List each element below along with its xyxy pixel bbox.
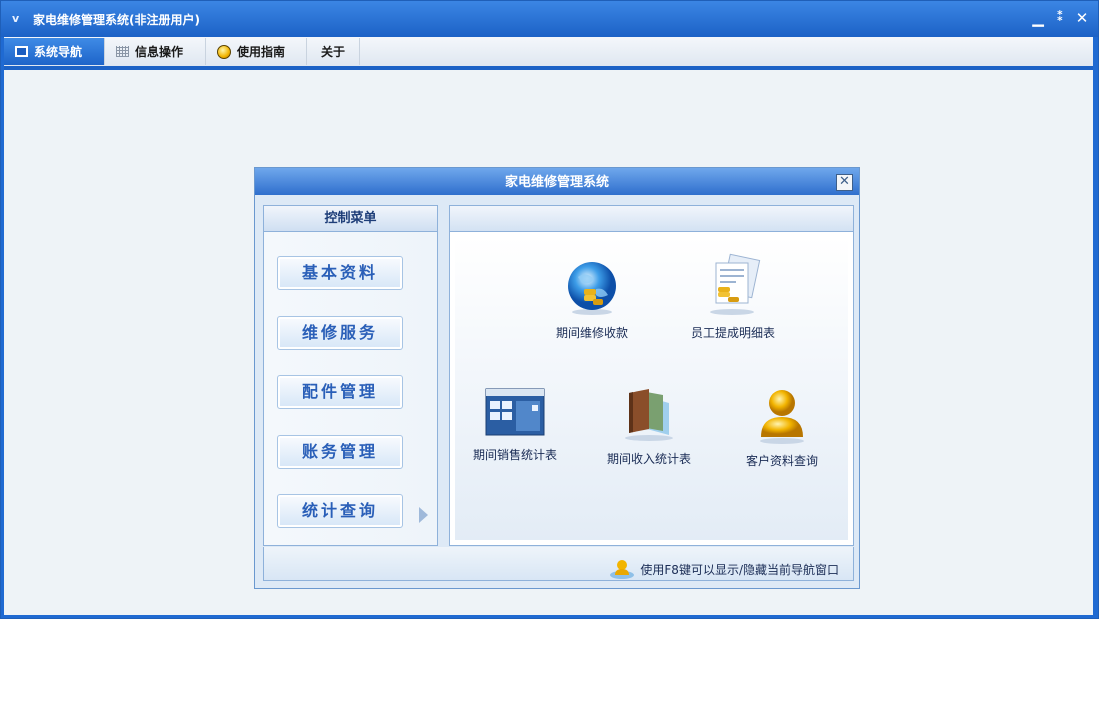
item-label: 员工提成明细表 — [690, 326, 775, 340]
globe-coins-icon — [568, 262, 616, 315]
restore-icon[interactable]: ⁑ — [1052, 9, 1068, 27]
menu-repair-service-button[interactable]: 维修服务 — [277, 316, 403, 350]
item-label: 期间销售统计表 — [472, 448, 557, 462]
tab-system-nav[interactable]: 系统导航 — [4, 38, 105, 65]
menu-header: 控制菜单 — [264, 206, 437, 232]
dialog-title[interactable]: 家电维修管理系统 — [255, 168, 859, 195]
tab-label: 关于 — [320, 45, 345, 59]
documents-coins-icon — [710, 253, 761, 315]
item-customer-lookup[interactable]: 客户资料查询 — [737, 385, 827, 469]
navigation-dialog: 家电维修管理系统 ✕ 控制菜单 基本资料 维修服务 配件管理 账务管理 统计查询 — [254, 167, 860, 589]
close-icon[interactable]: ✕ — [836, 174, 853, 191]
selected-arrow-icon — [419, 507, 428, 523]
f8-tip: 使用F8键可以显示/隐藏当前导航窗口 — [609, 558, 839, 580]
window-controls: ▁ ⁑ ✕ — [1030, 9, 1090, 27]
close-icon[interactable]: ✕ — [1074, 9, 1090, 27]
content-header — [450, 206, 853, 232]
item-label: 期间收入统计表 — [606, 452, 691, 466]
menu-parts-management-button[interactable]: 配件管理 — [277, 375, 403, 409]
tab-info-ops[interactable]: 信息操作 — [105, 38, 206, 65]
tab-label: 系统导航 — [34, 45, 83, 59]
item-label: 期间维修收款 — [555, 326, 628, 340]
bulb-icon — [217, 44, 231, 59]
tab-user-guide[interactable]: 使用指南 — [206, 38, 307, 65]
screen-icon — [15, 46, 28, 57]
title-bar[interactable]: ⅴ 家电维修管理系统(非注册用户) ▁ ⁑ ✕ — [1, 1, 1098, 37]
dialog-footer: 使用F8键可以显示/隐藏当前导航窗口 — [263, 547, 854, 581]
user-tip-icon — [610, 560, 635, 579]
control-menu: 控制菜单 基本资料 维修服务 配件管理 账务管理 统计查询 — [263, 205, 438, 546]
footer-tip-text: 使用F8键可以显示/隐藏当前导航窗口 — [640, 562, 839, 577]
item-repair-receipts[interactable]: 期间维修收款 — [547, 259, 637, 341]
calendar-window-icon — [485, 388, 545, 436]
window-title: 家电维修管理系统(非注册用户) — [33, 13, 200, 27]
menu-accounts-button[interactable]: 账务管理 — [277, 435, 403, 469]
tab-bar: 系统导航 信息操作 使用指南 关于 — [4, 37, 1093, 70]
minimize-icon[interactable]: ▁ — [1030, 9, 1046, 27]
item-income-statistics[interactable]: 期间收入统计表 — [601, 383, 697, 467]
tab-label: 使用指南 — [237, 45, 286, 59]
tab-label: 信息操作 — [135, 45, 184, 59]
item-commission-details[interactable]: 员工提成明细表 — [683, 253, 783, 341]
menu-statistics-button[interactable]: 统计查询 — [277, 494, 403, 528]
item-sales-statistics[interactable]: 期间销售统计表 — [467, 387, 563, 463]
app-icon: ⅴ — [12, 12, 20, 25]
books-icon — [625, 389, 673, 441]
tab-about[interactable]: 关于 — [307, 38, 360, 65]
content-body: 期间维修收款 员工提成明细表 期间销售统计表 期间收入统计表 客户资料查询 — [455, 237, 848, 540]
item-label: 客户资料查询 — [745, 454, 818, 468]
menu-basic-data-button[interactable]: 基本资料 — [277, 256, 403, 290]
content-panel: 期间维修收款 员工提成明细表 期间销售统计表 期间收入统计表 客户资料查询 — [449, 205, 854, 546]
grid-icon — [116, 46, 129, 57]
user-icon — [760, 390, 804, 444]
